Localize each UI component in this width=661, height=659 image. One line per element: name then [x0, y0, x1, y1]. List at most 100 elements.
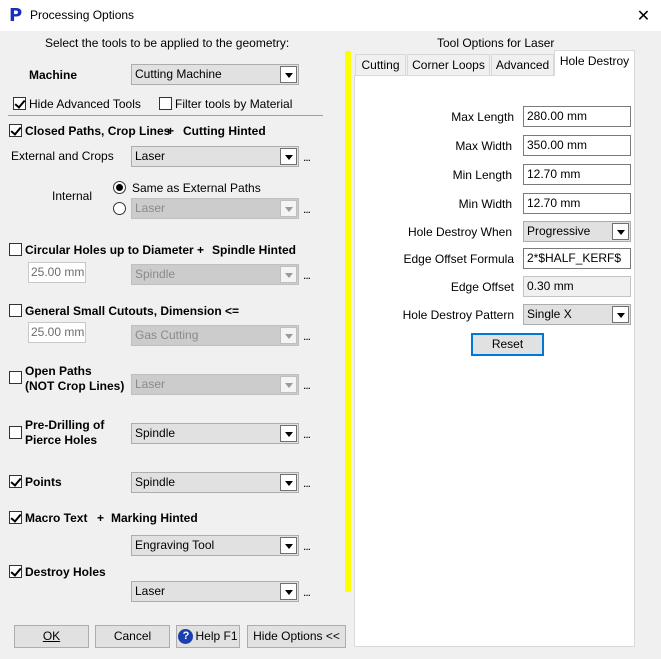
points-title[interactable]: Points	[25, 475, 62, 489]
pre-drilling-title-line1[interactable]: Pre-Drilling of	[25, 418, 104, 432]
chevron-down-icon[interactable]	[280, 200, 297, 217]
min-width-input[interactable]: 12.70 mm	[523, 193, 631, 214]
small-cutouts-title[interactable]: General Small Cutouts, Dimension <=	[25, 304, 239, 318]
ok-button[interactable]: OK	[14, 625, 89, 648]
circular-holes-title[interactable]: Circular Holes up to Diameter	[25, 243, 194, 257]
chevron-down-icon[interactable]	[280, 537, 297, 554]
max-length-label: Max Length	[451, 110, 514, 124]
tab-cutting[interactable]: Cutting	[355, 54, 406, 76]
destroy-holes-title[interactable]: Destroy Holes	[25, 565, 106, 579]
small-cutouts-dimension-input[interactable]: 25.00 mm	[28, 322, 86, 343]
edge-offset-label: Edge Offset	[450, 280, 514, 294]
pattern-label: Hole Destroy Pattern	[402, 308, 514, 322]
splitter-handle[interactable]	[345, 51, 351, 592]
edge-formula-label: Edge Offset Formula	[403, 252, 515, 266]
internal-tool-select[interactable]: Laser	[131, 198, 299, 219]
chevron-down-icon[interactable]	[280, 474, 297, 491]
chevron-down-icon[interactable]	[612, 306, 629, 323]
chevron-down-icon[interactable]	[280, 583, 297, 600]
edge-formula-input[interactable]: 2*$HALF_KERF$	[523, 248, 631, 269]
reset-button[interactable]: Reset	[471, 333, 544, 356]
cancel-button-label: Cancel	[113, 629, 152, 643]
filter-material-checkbox[interactable]	[159, 97, 172, 110]
internal-label: Internal	[52, 189, 93, 203]
external-tool-select[interactable]: Laser	[131, 146, 299, 167]
ok-button-label: OK	[42, 629, 61, 643]
points-tool-select[interactable]: Spindle	[131, 472, 299, 493]
machine-select[interactable]: Cutting Machine	[131, 64, 299, 85]
tab-corner-loops-label: Corner Loops	[412, 58, 485, 72]
open-paths-title-line1[interactable]: Open Paths	[25, 364, 92, 378]
small-cutouts-checkbox[interactable]	[9, 304, 22, 317]
cancel-button[interactable]: Cancel	[95, 625, 170, 648]
machine-label: Machine	[29, 68, 78, 82]
circular-diameter-input[interactable]: 25.00 mm	[28, 262, 86, 283]
internal-tool-more-button[interactable]: ...	[303, 202, 311, 216]
machine-select-value: Cutting Machine	[135, 67, 222, 81]
macro-text-title[interactable]: Macro Text	[25, 511, 87, 525]
max-length-input[interactable]: 280.00 mm	[523, 106, 631, 127]
pattern-select[interactable]: Single X	[523, 304, 631, 325]
same-as-external-label[interactable]: Same as External Paths	[132, 181, 261, 195]
chevron-down-icon[interactable]	[280, 148, 297, 165]
tab-corner-loops[interactable]: Corner Loops	[407, 54, 490, 76]
help-button[interactable]: ? Help F1	[176, 625, 240, 648]
circular-holes-plus: +	[197, 243, 205, 257]
tab-hole-destroy-label: Hole Destroy	[559, 54, 630, 68]
hide-options-button[interactable]: Hide Options <<	[247, 625, 346, 648]
tab-advanced[interactable]: Advanced	[491, 54, 554, 76]
hide-options-button-label: Hide Options <<	[253, 629, 340, 643]
points-tool-value: Spindle	[135, 475, 176, 489]
reset-button-label: Reset	[491, 337, 524, 351]
circular-holes-tool-select[interactable]: Spindle	[131, 264, 299, 285]
same-as-external-radio[interactable]	[113, 181, 126, 194]
pre-drilling-more-button[interactable]: ...	[303, 427, 311, 441]
destroy-holes-more-button[interactable]: ...	[303, 585, 311, 599]
pre-drilling-title-line2[interactable]: Pierce Holes	[25, 433, 97, 447]
open-paths-checkbox[interactable]	[9, 371, 22, 384]
pre-drilling-tool-select[interactable]: Spindle	[131, 423, 299, 444]
chevron-down-icon[interactable]	[280, 425, 297, 442]
close-icon[interactable]: ✕	[626, 0, 661, 31]
macro-text-tool-value: Engraving Tool	[135, 538, 215, 552]
small-cutouts-more-button[interactable]: ...	[303, 329, 311, 343]
hide-advanced-label[interactable]: Hide Advanced Tools	[29, 97, 141, 111]
closed-paths-title[interactable]: Closed Paths, Crop Lines	[25, 124, 170, 138]
chevron-down-icon[interactable]	[280, 376, 297, 393]
pre-drilling-checkbox[interactable]	[9, 426, 22, 439]
macro-text-more-button[interactable]: ...	[303, 539, 311, 553]
chevron-down-icon[interactable]	[612, 223, 629, 240]
min-width-label: Min Width	[458, 197, 512, 211]
macro-text-checkbox[interactable]	[9, 511, 22, 524]
min-length-input[interactable]: 12.70 mm	[523, 164, 631, 185]
closed-paths-checkbox[interactable]	[9, 124, 22, 137]
points-more-button[interactable]: ...	[303, 476, 311, 490]
chevron-down-icon[interactable]	[280, 266, 297, 283]
hide-advanced-checkbox[interactable]	[13, 97, 26, 110]
instruction-text: Select the tools to be applied to the ge…	[45, 36, 290, 50]
filter-material-label[interactable]: Filter tools by Material	[175, 97, 292, 111]
destroy-when-label: Hole Destroy When	[407, 225, 512, 239]
macro-text-tool-select[interactable]: Engraving Tool	[131, 535, 299, 556]
internal-tool-radio[interactable]	[113, 202, 126, 215]
app-logo-icon: P	[9, 5, 23, 26]
points-checkbox[interactable]	[9, 475, 22, 488]
destroy-holes-checkbox[interactable]	[9, 565, 22, 578]
max-width-input[interactable]: 350.00 mm	[523, 135, 631, 156]
chevron-down-icon[interactable]	[280, 66, 297, 83]
circular-holes-checkbox[interactable]	[9, 243, 22, 256]
external-tool-more-button[interactable]: ...	[303, 150, 311, 164]
open-paths-more-button[interactable]: ...	[303, 378, 311, 392]
destroy-when-select[interactable]: Progressive	[523, 221, 631, 242]
open-paths-title-line2[interactable]: (NOT Crop Lines)	[25, 379, 124, 393]
min-length-label: Min Length	[452, 168, 512, 182]
open-paths-tool-select[interactable]: Laser	[131, 374, 299, 395]
chevron-down-icon[interactable]	[280, 327, 297, 344]
external-tool-value: Laser	[135, 149, 166, 163]
separator	[8, 115, 323, 116]
tab-hole-destroy[interactable]: Hole Destroy	[554, 50, 635, 76]
destroy-holes-tool-select[interactable]: Laser	[131, 581, 299, 602]
tab-cutting-label: Cutting	[361, 58, 400, 72]
small-cutouts-tool-select[interactable]: Gas Cutting	[131, 325, 299, 346]
circular-holes-more-button[interactable]: ...	[303, 268, 311, 282]
